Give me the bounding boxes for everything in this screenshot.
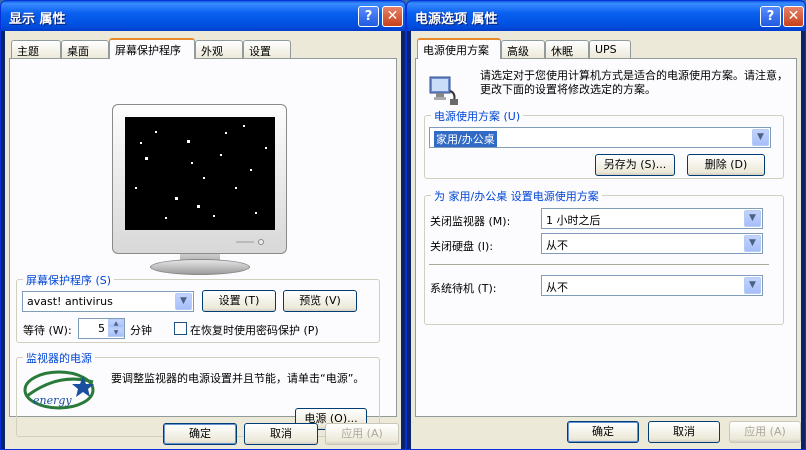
display-properties-window: 显示 属性 ? ✕ 主题 桌面 屏幕保护程序 外观 设置 屏幕保护程序 (S) … [0, 0, 406, 450]
password-checkbox[interactable] [174, 322, 187, 335]
power-scheme-select[interactable]: 家用/办公桌 ▼ [429, 127, 771, 148]
ok-button[interactable]: 确定 [163, 423, 237, 445]
tab-settings[interactable]: 设置 [243, 40, 291, 58]
window-client: 主题 桌面 屏幕保护程序 外观 设置 屏幕保护程序 (S) avast! ant… [5, 31, 401, 449]
apply-button[interactable]: 应用 (A) [325, 423, 399, 445]
svg-text:energy: energy [33, 394, 72, 407]
tab-themes[interactable]: 主题 [11, 40, 61, 58]
dropdown-arrow-icon[interactable]: ▼ [744, 235, 761, 252]
power-options-window: 电源选项 属性 ? ✕ 电源使用方案 高级 休眠 UPS 请选定对于您使用计算机… [406, 0, 806, 450]
dropdown-arrow-icon[interactable]: ▼ [744, 210, 761, 227]
settings-separator [429, 264, 769, 266]
title-bar[interactable]: 电源选项 属性 ? ✕ [407, 1, 805, 31]
power-plug-icon [429, 76, 458, 105]
tab-screensaver[interactable]: 屏幕保护程序 [109, 38, 195, 59]
window-client: 电源使用方案 高级 休眠 UPS 请选定对于您使用计算机方式是适合的电源使用方案… [411, 31, 801, 449]
harddisk-off-select[interactable]: 从不 ▼ [541, 233, 763, 254]
help-icon[interactable]: ? [358, 6, 379, 27]
tab-page: 请选定对于您使用计算机方式是适合的电源使用方案。请注意，更改下面的设置将修改选定… [415, 58, 797, 417]
cancel-button[interactable]: 取消 [648, 421, 720, 443]
tab-hibernate[interactable]: 休眠 [545, 40, 589, 58]
monitor-power-legend: 监视器的电源 [23, 350, 95, 366]
monitor-preview [112, 104, 287, 254]
tab-page: 屏幕保护程序 (S) avast! antivirus ▼ 设置 (T) 预览 … [9, 58, 397, 437]
power-scheme-legend: 电源使用方案 (U) [431, 108, 524, 124]
tab-advanced[interactable]: 高级 [501, 40, 545, 58]
monitor-off-select[interactable]: 1 小时之后 ▼ [541, 208, 763, 229]
power-scheme-group: 电源使用方案 (U) 家用/办公桌 ▼ 另存为 (S)... 删除 (D) [424, 108, 784, 179]
screensaver-preview-button[interactable]: 预览 (V) [283, 290, 357, 312]
spin-down-icon[interactable]: ▼ [108, 328, 124, 337]
ok-button[interactable]: 确定 [567, 421, 639, 443]
standby-label: 系统待机 (T): [430, 282, 497, 295]
dropdown-arrow-icon[interactable]: ▼ [175, 293, 192, 310]
dropdown-arrow-icon[interactable]: ▼ [744, 277, 761, 294]
help-icon[interactable]: ? [760, 6, 781, 27]
minutes-label: 分钟 [130, 324, 152, 337]
window-title: 电源选项 属性 [415, 12, 498, 27]
window-title: 显示 属性 [9, 12, 66, 27]
close-icon[interactable]: ✕ [783, 6, 804, 27]
monitor-off-label: 关闭监视器 (M): [430, 215, 511, 228]
scheme-settings-group: 为 家用/办公桌 设置电源使用方案 关闭监视器 (M): 1 小时之后 ▼ 关闭… [424, 188, 784, 325]
screensaver-legend: 屏幕保护程序 (S) [23, 272, 115, 288]
tab-desktop[interactable]: 桌面 [61, 40, 109, 58]
screensaver-preview-screen [125, 117, 275, 230]
standby-select[interactable]: 从不 ▼ [541, 275, 763, 296]
title-bar[interactable]: 显示 属性 ? ✕ [1, 1, 405, 31]
password-checkbox-label[interactable]: 在恢复时使用密码保护 (P) [190, 322, 319, 338]
wait-label: 等待 (W): [23, 324, 72, 337]
spin-up-icon[interactable]: ▲ [108, 319, 124, 328]
power-intro-text: 请选定对于您使用计算机方式是适合的电源使用方案。请注意，更改下面的设置将修改选定… [480, 69, 788, 96]
energy-star-logo: energy [23, 370, 95, 410]
monitor-power-description: 要调整监视器的电源设置并且节能，请单击“电源”。 [111, 372, 365, 385]
screensaver-select[interactable]: avast! antivirus ▼ [22, 291, 194, 312]
screensaver-group: 屏幕保护程序 (S) avast! antivirus ▼ 设置 (T) 预览 … [16, 272, 380, 343]
dropdown-arrow-icon[interactable]: ▼ [752, 129, 769, 146]
scheme-settings-legend: 为 家用/办公桌 设置电源使用方案 [431, 188, 602, 204]
monitor-led [258, 239, 264, 245]
delete-button[interactable]: 删除 (D) [687, 154, 765, 176]
cancel-button[interactable]: 取消 [244, 423, 318, 445]
tab-ups[interactable]: UPS [589, 40, 631, 58]
wait-minutes-spinner[interactable]: 5 ▲ ▼ [78, 318, 125, 339]
screensaver-settings-button[interactable]: 设置 (T) [202, 290, 276, 312]
tab-power-schemes[interactable]: 电源使用方案 [417, 38, 501, 59]
monitor-base [150, 259, 250, 275]
tab-appearance[interactable]: 外观 [195, 40, 243, 58]
close-icon[interactable]: ✕ [382, 6, 403, 27]
save-as-button[interactable]: 另存为 (S)... [595, 154, 675, 176]
harddisk-off-label: 关闭硬盘 (I): [430, 240, 494, 253]
apply-button[interactable]: 应用 (A) [729, 421, 801, 443]
